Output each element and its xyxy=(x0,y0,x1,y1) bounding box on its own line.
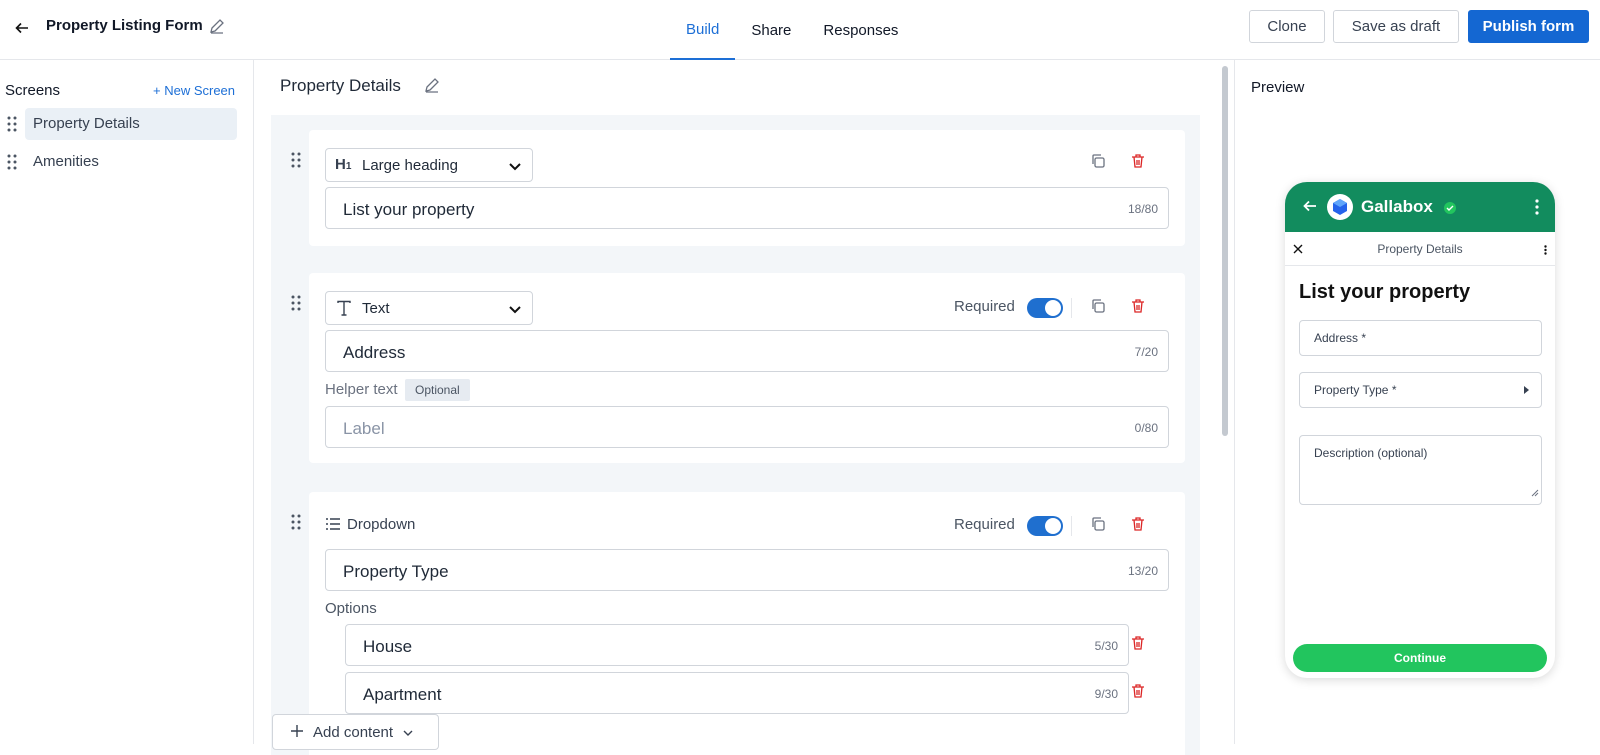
preview-continue-button: Continue xyxy=(1293,644,1547,672)
more-vertical-icon xyxy=(1535,199,1539,220)
plus-icon xyxy=(291,724,303,741)
blocks-canvas: H1 Large heading List your property 18/8… xyxy=(271,115,1200,755)
text-type-icon xyxy=(336,300,352,321)
sidebar-item-property-details[interactable]: Property Details xyxy=(0,108,240,140)
drag-handle-icon[interactable] xyxy=(7,154,17,175)
list-icon xyxy=(325,517,345,537)
field-label-value: Address xyxy=(343,343,406,362)
delete-icon[interactable] xyxy=(1130,516,1150,536)
drag-handle-icon[interactable] xyxy=(291,295,301,316)
char-counter: 7/20 xyxy=(1134,345,1158,359)
brand-logo xyxy=(1327,194,1353,220)
preview-field-label: Address * xyxy=(1314,331,1367,345)
preview-address-field: Address * xyxy=(1299,320,1542,356)
option-value: House xyxy=(363,637,413,656)
option-value: Apartment xyxy=(363,685,442,704)
divider xyxy=(1071,298,1072,318)
required-toggle[interactable] xyxy=(1027,298,1063,318)
preview-form-heading: List your property xyxy=(1299,281,1471,303)
chat-header: Gallabox xyxy=(1285,182,1555,232)
required-label: Required xyxy=(954,298,1015,315)
char-counter: 9/30 xyxy=(1094,687,1118,701)
form-sheet-title: Property Details xyxy=(1377,242,1463,256)
chevron-down-icon xyxy=(403,724,413,741)
preview-field-label: Property Type * xyxy=(1314,383,1397,397)
dropdown-label-value: Property Type xyxy=(343,562,449,581)
editor-scrollbar[interactable] xyxy=(1222,66,1228,436)
helper-text-label: Helper text xyxy=(325,381,398,398)
heading-text-value: List your property xyxy=(343,200,475,219)
delete-option-icon[interactable] xyxy=(1130,635,1150,655)
more-vertical-icon xyxy=(1544,242,1547,260)
new-screen-link[interactable]: + New Screen xyxy=(153,83,235,98)
screens-heading: Screens xyxy=(5,82,61,99)
block-type-label: Text xyxy=(362,300,390,317)
delete-icon[interactable] xyxy=(1130,298,1150,318)
divider xyxy=(1071,516,1072,536)
delete-icon[interactable] xyxy=(1130,153,1150,173)
block-type-label: Large heading xyxy=(362,157,458,174)
delete-option-icon[interactable] xyxy=(1130,683,1150,703)
clone-button[interactable]: Clone xyxy=(1249,10,1325,43)
char-counter: 5/30 xyxy=(1094,639,1118,653)
pencil-icon[interactable] xyxy=(208,17,228,37)
heading-text-input[interactable]: List your property 18/80 xyxy=(325,187,1169,229)
drag-handle-icon[interactable] xyxy=(291,152,301,173)
options-label: Options xyxy=(325,600,377,617)
top-bar: Property Listing Form Build Share Respon… xyxy=(0,0,1600,60)
sidebar-item-label: Amenities xyxy=(33,153,99,170)
publish-form-button[interactable]: Publish form xyxy=(1468,10,1589,43)
preview-property-type-field: Property Type * xyxy=(1299,372,1542,408)
tab-responses[interactable]: Responses xyxy=(807,0,914,60)
add-content-label: Add content xyxy=(313,723,394,741)
sidebar-item-amenities[interactable]: Amenities xyxy=(0,146,240,178)
dropdown-label-input[interactable]: Property Type 13/20 xyxy=(325,549,1169,591)
form-title: Property Listing Form xyxy=(46,17,203,34)
tab-bar: Build Share Responses xyxy=(670,0,914,60)
duplicate-icon[interactable] xyxy=(1090,153,1110,173)
duplicate-icon[interactable] xyxy=(1090,298,1110,318)
save-as-draft-button[interactable]: Save as draft xyxy=(1333,10,1459,43)
preview-description-field: Description (optional) xyxy=(1299,435,1542,505)
resize-handle-icon xyxy=(1531,484,1539,502)
required-toggle[interactable] xyxy=(1027,516,1063,536)
caret-right-icon xyxy=(1524,386,1529,394)
helper-text-placeholder: Label xyxy=(343,419,385,438)
brand-name: Gallabox xyxy=(1361,197,1433,216)
block-type-label: Dropdown xyxy=(347,516,416,533)
preview-field-label: Description (optional) xyxy=(1314,446,1428,460)
chevron-down-icon xyxy=(508,159,522,177)
screens-sidebar: Screens + New Screen Property Details Am… xyxy=(0,60,254,744)
optional-badge: Optional xyxy=(405,379,470,401)
field-label-input[interactable]: Address 7/20 xyxy=(325,330,1169,372)
form-sheet-header: Property Details xyxy=(1285,232,1555,266)
duplicate-icon[interactable] xyxy=(1090,516,1110,536)
screen-title: Property Details xyxy=(280,76,401,95)
char-counter: 0/80 xyxy=(1134,421,1158,435)
block-type-select[interactable]: H1 Large heading xyxy=(325,148,533,182)
option-input[interactable]: House 5/30 xyxy=(345,624,1129,666)
tab-build[interactable]: Build xyxy=(670,0,736,60)
add-content-button[interactable]: Add content xyxy=(272,714,439,750)
helper-text-input[interactable]: Label 0/80 xyxy=(325,406,1169,448)
tab-share[interactable]: Share xyxy=(735,0,807,60)
drag-handle-icon[interactable] xyxy=(7,116,17,137)
back-arrow-icon xyxy=(1303,199,1317,218)
pencil-icon[interactable] xyxy=(423,76,441,99)
required-label: Required xyxy=(954,516,1015,533)
preview-heading: Preview xyxy=(1251,79,1305,96)
drag-handle-icon[interactable] xyxy=(291,514,301,535)
block-type-select[interactable]: Text xyxy=(325,291,533,325)
screen-editor: Property Details H1 Large heading List y… xyxy=(255,60,1233,755)
char-counter: 18/80 xyxy=(1127,202,1158,216)
back-arrow-icon[interactable] xyxy=(10,16,34,40)
char-counter: 13/20 xyxy=(1127,564,1158,578)
sidebar-item-label: Property Details xyxy=(25,108,237,140)
phone-mockup: Gallabox Property Details List your prop… xyxy=(1285,182,1555,678)
verified-badge-icon xyxy=(1444,201,1456,219)
preview-panel: Preview Gallabox Property Details List y… xyxy=(1234,60,1600,744)
chevron-down-icon xyxy=(508,302,522,320)
heading-h1-icon: H1 xyxy=(335,156,352,173)
option-input[interactable]: Apartment 9/30 xyxy=(345,672,1129,714)
